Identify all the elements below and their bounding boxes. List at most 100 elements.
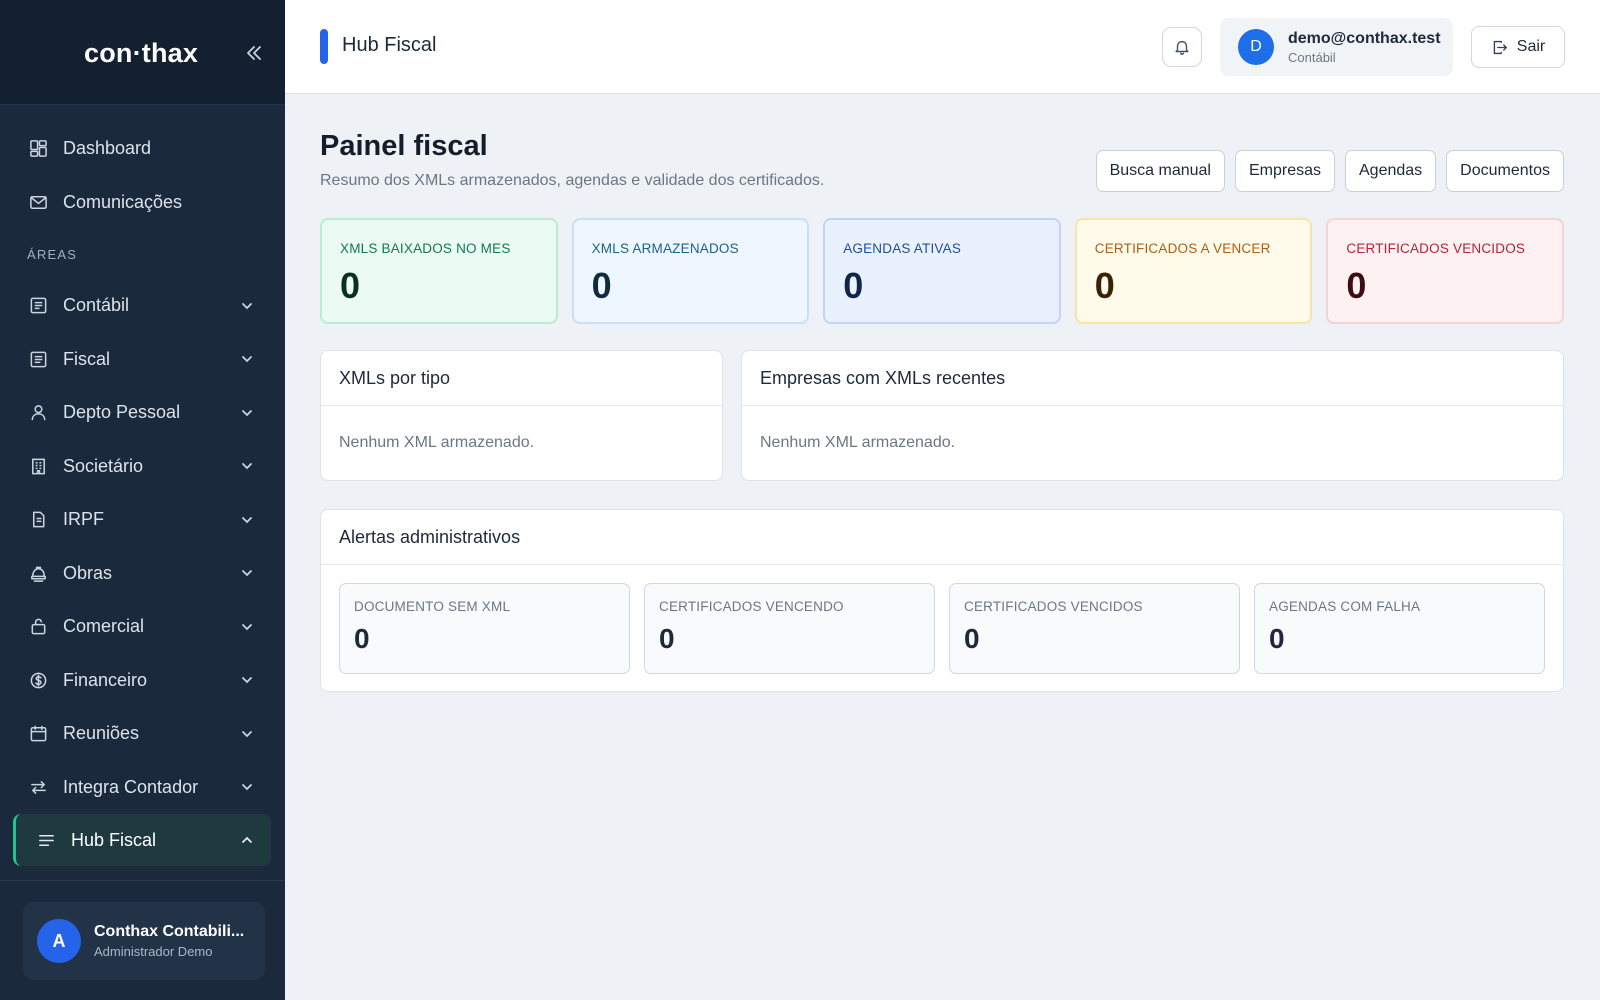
sidebar-item-integra-contador[interactable]: Integra Contador [0,761,285,815]
documentos-button[interactable]: Documentos [1446,150,1564,192]
sidebar-item-hub-fiscal[interactable]: Hub Fiscal [13,814,271,866]
dashboard-icon [28,139,48,159]
alert-card-certificados-vencidos: CERTIFICADOS VENCIDOS 0 [949,583,1240,674]
stat-label: XMLS BAIXADOS NO MES [340,241,511,256]
notifications-button[interactable] [1162,27,1202,67]
alert-label: DOCUMENTO SEM XML [354,599,511,614]
empresas-button[interactable]: Empresas [1234,150,1335,192]
sidebar-item-financeiro[interactable]: Financeiro [0,654,285,708]
alert-label: CERTIFICADOS VENCENDO [659,599,844,614]
user-name: Conthax Contabili... [94,923,245,940]
sidebar-item-label: Financeiro [63,669,148,690]
calendar-icon [28,724,48,744]
account-info: demo@conthax.test Contábil [1288,30,1441,65]
topbar: Hub Fiscal D demo@conthax.test Contábil … [285,0,1600,94]
chevron-down-icon [239,351,255,367]
stat-label: XMLS ARMAZENADOS [591,241,739,256]
alert-value: 0 [1269,623,1285,654]
avatar: D [1238,29,1274,65]
page-title: Painel fiscal [320,130,488,162]
receipt-icon [28,349,48,369]
bell-icon [1175,40,1189,55]
mail-icon [28,192,48,212]
sidebar-item-societario[interactable]: Societário [0,440,285,494]
sidebar-item-label: Depto Pessoal [63,402,181,423]
sidebar-item-label: Contábil [63,295,130,316]
alert-value: 0 [964,623,980,654]
stat-card-certificados-vencidos: CERTIFICADOS VENCIDOS 0 [1326,218,1564,324]
account-menu[interactable]: D demo@conthax.test Contábil [1220,18,1453,76]
panel-alertas-administrativos: Alertas administrativos DOCUMENTO SEM XM… [320,509,1564,692]
agendas-button[interactable]: Agendas [1345,150,1437,192]
sidebar-header: con·thax [0,0,285,105]
building-icon [28,456,48,476]
stat-card-agendas-ativas: AGENDAS ATIVAS 0 [823,218,1061,324]
busca-manual-button[interactable]: Busca manual [1095,150,1225,192]
empty-state-text: Nenhum XML armazenado. [760,434,956,451]
sidebar-item-fiscal[interactable]: Fiscal [0,333,285,387]
alert-value: 0 [659,623,675,654]
empty-state-text: Nenhum XML armazenado. [339,434,535,451]
title-accent-bar [320,29,328,64]
chevron-down-icon [239,512,255,528]
alert-card-certificados-vencendo: CERTIFICADOS VENCENDO 0 [644,583,935,674]
stat-value: 0 [340,265,361,306]
panel-empresas-recentes: Empresas com XMLs recentes Nenhum XML ar… [741,350,1564,481]
sidebar-item-reunioes[interactable]: Reuniões [0,707,285,761]
sidebar-item-label: Dashboard [63,138,152,159]
sidebar-item-dashboard[interactable]: Dashboard [0,122,285,176]
alert-card-documento-sem-xml: DOCUMENTO SEM XML 0 [339,583,630,674]
panel-title: Empresas com XMLs recentes [742,351,1563,406]
bag-icon [28,617,48,637]
double-chevron-left-icon [247,46,261,60]
alert-card-agendas-com-falha: AGENDAS COM FALHA 0 [1254,583,1545,674]
stat-value: 0 [591,265,612,306]
sidebar-item-contabil[interactable]: Contábil [0,279,285,333]
user-icon [28,403,48,423]
stat-label: AGENDAS ATIVAS [843,241,962,256]
stat-value: 0 [1346,265,1367,306]
sidebar-item-label: Hub Fiscal [71,829,157,850]
collapse-sidebar-button[interactable] [241,40,267,66]
stat-card-certificados-a-vencer: CERTIFICADOS A VENCER 0 [1074,218,1313,324]
currency-icon [28,670,48,690]
sidebar-item-irpf[interactable]: IRPF [0,493,285,547]
chevron-down-icon [239,298,255,314]
logout-icon [1491,39,1508,56]
sidebar-item-comercial[interactable]: Comercial [0,600,285,654]
account-role: Contábil [1288,49,1336,65]
sidebar-divider [0,880,285,881]
sidebar-item-label: Reuniões [63,723,140,744]
stat-value: 0 [843,265,864,306]
page-subtitle: Resumo dos XMLs armazenados, agendas e v… [320,172,825,189]
document-icon [28,510,48,530]
avatar: A [37,919,81,963]
alerts-row: DOCUMENTO SEM XML 0 CERTIFICADOS VENCEND… [321,565,1563,692]
sidebar-item-label: IRPF [63,509,105,530]
chevron-down-icon [239,405,255,421]
sidebar-item-label: Integra Contador [63,776,199,797]
logout-button[interactable]: Sair [1471,26,1565,68]
construction-icon [28,563,48,583]
alert-value: 0 [354,623,370,654]
alert-label: CERTIFICADOS VENCIDOS [964,599,1143,614]
panel-title: Alertas administrativos [321,510,1563,565]
topbar-title: Hub Fiscal [342,34,437,56]
chevron-down-icon [239,458,255,474]
stat-value: 0 [1094,265,1115,306]
sidebar-item-label: Fiscal [63,348,111,369]
panel-title: XMLs por tipo [321,351,722,406]
user-role: Administrador Demo [94,944,213,959]
chevron-down-icon [239,672,255,688]
sidebar-item-depto-pessoal[interactable]: Depto Pessoal [0,386,285,440]
menu-lines-icon [36,830,56,850]
stats-row: XMLS BAIXADOS NO MES 0 XMLS ARMAZENADOS … [320,218,1564,324]
user-info: Conthax Contabili... Administrador Demo [94,923,254,959]
user-profile-card[interactable]: A Conthax Contabili... Administrador Dem… [23,902,265,980]
sidebar-item-comunicacoes[interactable]: Comunicações [0,176,285,230]
stat-card-xmls-baixados: XMLS BAIXADOS NO MES 0 [320,218,558,324]
chevron-down-icon [239,619,255,635]
sidebar-item-obras[interactable]: Obras [0,547,285,601]
ledger-icon [28,296,48,316]
arrows-icon [28,777,48,797]
